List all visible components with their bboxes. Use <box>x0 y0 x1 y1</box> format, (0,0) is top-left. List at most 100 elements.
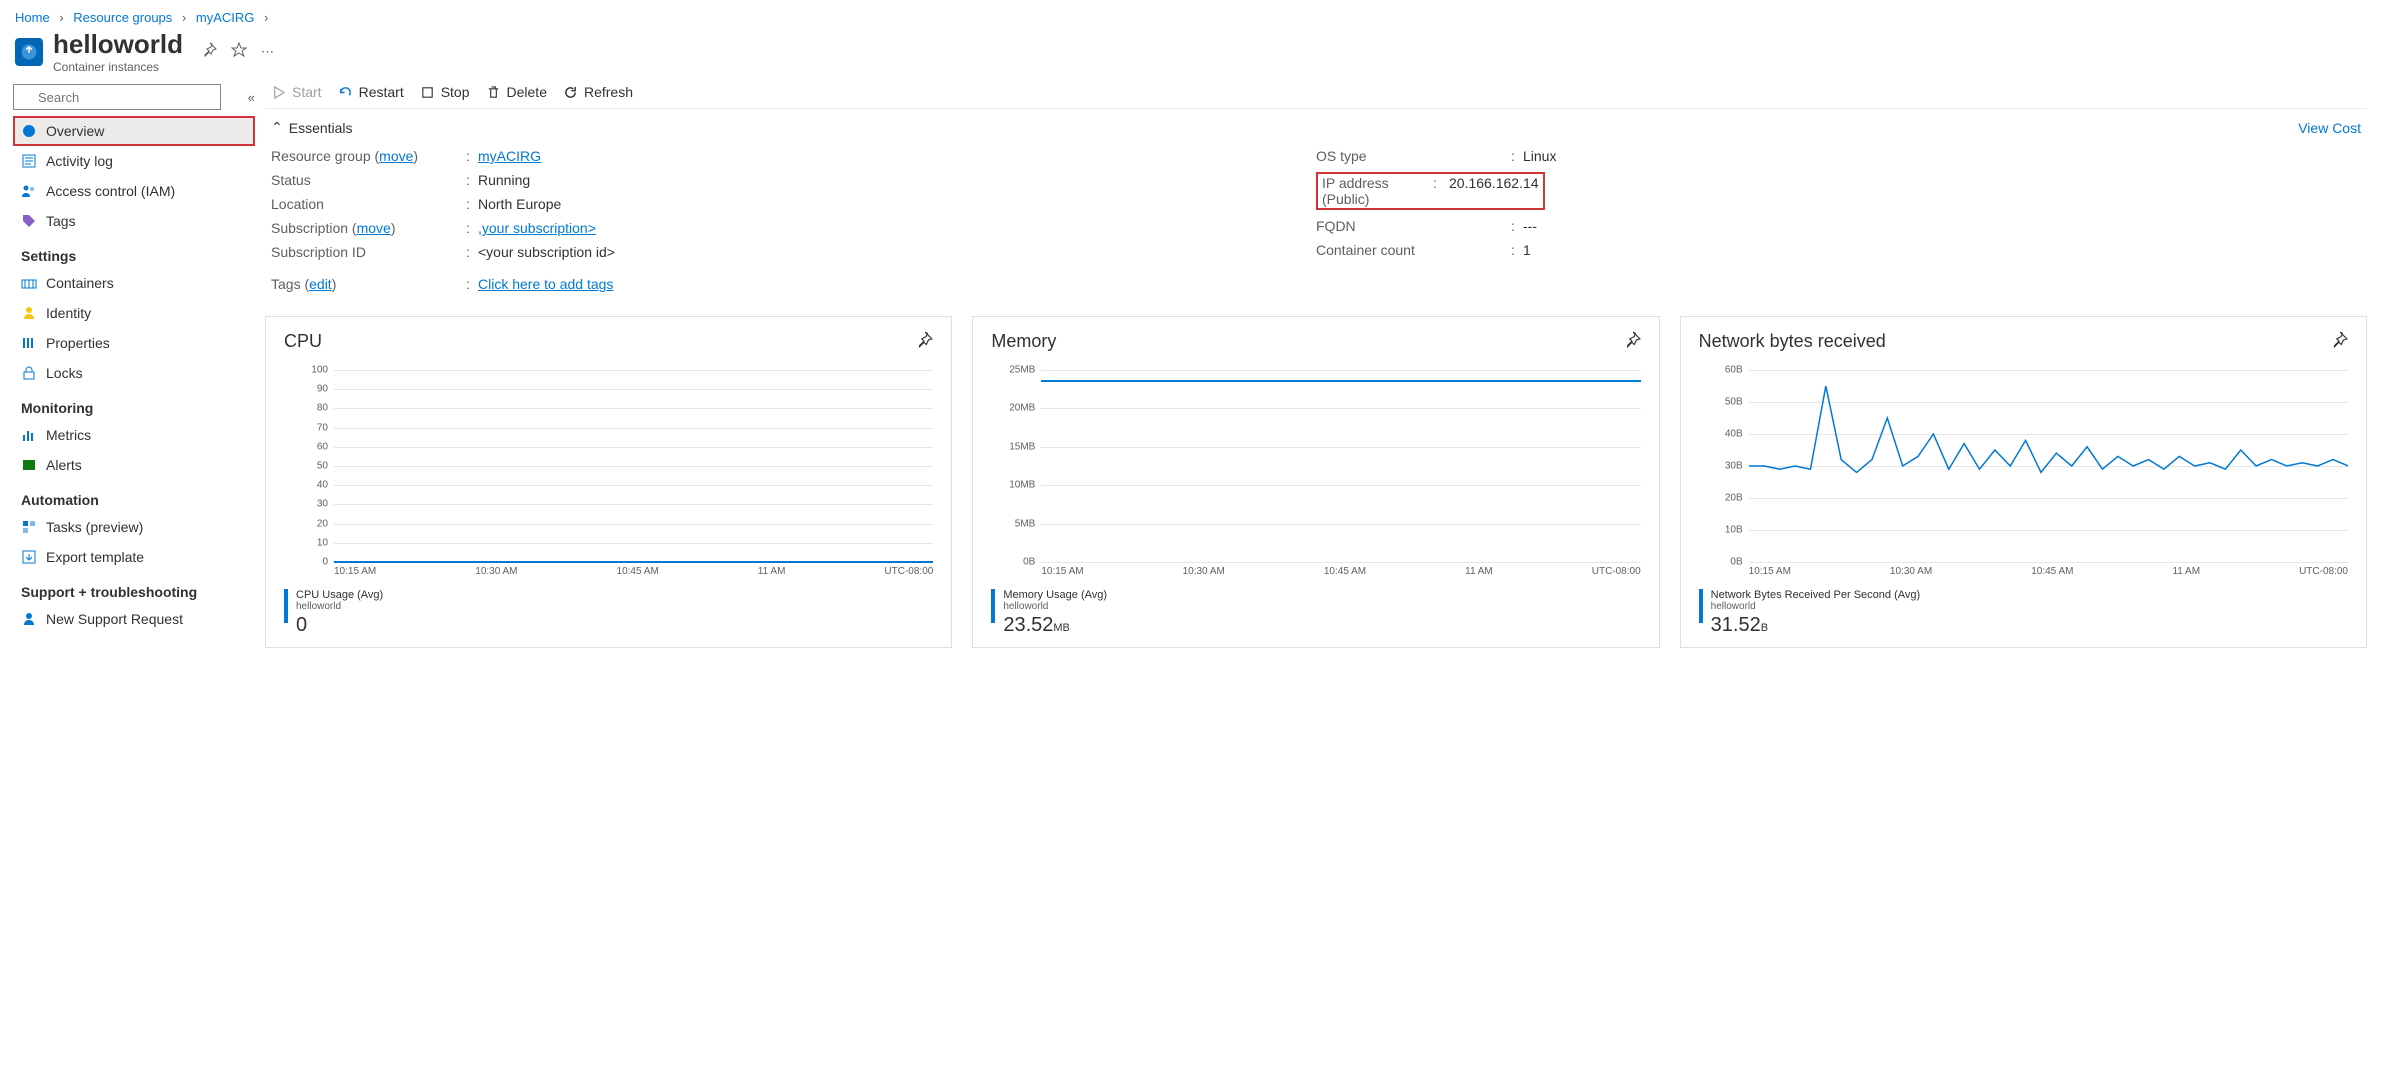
sidebar-item-alerts[interactable]: Alerts <box>13 450 255 480</box>
fqdn-value: --- <box>1523 218 2361 234</box>
resource-group-link[interactable]: myACIRG <box>478 148 541 164</box>
subscription-id-value: <your subscription id> <box>478 244 1316 260</box>
metric-name: Memory Usage (Avg) <box>1003 589 1107 601</box>
start-button[interactable]: Start <box>271 84 322 100</box>
location-value: North Europe <box>478 196 1316 212</box>
sidebar-item-iam[interactable]: Access control (IAM) <box>13 176 255 206</box>
ip-address-value: 20.166.162.14 <box>1445 175 1539 207</box>
sidebar-section-automation: Automation <box>13 480 255 512</box>
move-rg-link[interactable]: move <box>379 148 413 164</box>
metric-color-bar <box>1699 589 1703 623</box>
pin-icon[interactable] <box>1623 331 1641 352</box>
view-cost-link[interactable]: View Cost <box>2298 120 2361 136</box>
subscription-link[interactable]: ,your subscription> <box>478 220 596 236</box>
collapse-sidebar-icon[interactable]: « <box>248 90 255 105</box>
more-icon[interactable]: ⋯ <box>261 44 274 60</box>
refresh-button[interactable]: Refresh <box>563 84 633 100</box>
metrics-icon <box>21 427 37 443</box>
sidebar-item-export-template[interactable]: Export template <box>13 542 255 572</box>
sidebar-item-label: Locks <box>46 365 83 381</box>
sidebar-item-tasks[interactable]: Tasks (preview) <box>13 512 255 542</box>
add-tags-link[interactable]: Click here to add tags <box>478 276 613 292</box>
essentials-toggle[interactable]: ⌃ Essentials <box>271 119 353 136</box>
sidebar-section-support: Support + troubleshooting <box>13 572 255 604</box>
breadcrumb-home[interactable]: Home <box>15 10 50 25</box>
breadcrumb-resource-groups[interactable]: Resource groups <box>73 10 172 25</box>
charts-row: CPU 0102030405060708090100 10:15 AM10:30… <box>265 306 2367 658</box>
search-input[interactable] <box>13 84 221 110</box>
page-title: helloworld <box>53 29 183 60</box>
sidebar-item-metrics[interactable]: Metrics <box>13 420 255 450</box>
tag-icon <box>21 213 37 229</box>
edit-tags-link[interactable]: edit <box>309 276 332 292</box>
status-value: Running <box>478 172 1316 188</box>
identity-icon <box>21 305 37 321</box>
sidebar: « Overview Activity log Access control (… <box>0 74 255 678</box>
metric-color-bar <box>284 589 288 623</box>
os-type-label: OS type <box>1316 148 1511 164</box>
os-type-value: Linux <box>1523 148 2361 164</box>
container-instance-icon <box>15 38 43 66</box>
sidebar-item-label: Access control (IAM) <box>46 183 175 199</box>
restart-button[interactable]: Restart <box>338 84 404 100</box>
metric-name: Network Bytes Received Per Second (Avg) <box>1711 589 1921 601</box>
sidebar-item-locks[interactable]: Locks <box>13 358 255 388</box>
essentials-grid: Resource group (move) : myACIRG Status :… <box>265 140 2367 306</box>
sidebar-item-overview[interactable]: Overview <box>13 116 255 146</box>
sidebar-item-label: Identity <box>46 305 91 321</box>
metric-value: 31.52 <box>1711 614 1761 636</box>
containers-icon <box>21 275 37 291</box>
ip-address-label: IP address (Public) <box>1322 175 1433 207</box>
chart-plot-cpu: 0102030405060708090100 <box>334 370 933 562</box>
star-icon[interactable] <box>231 42 247 61</box>
sidebar-item-label: New Support Request <box>46 611 183 627</box>
sidebar-item-label: Tasks (preview) <box>46 519 143 535</box>
breadcrumb-group[interactable]: myACIRG <box>196 10 255 25</box>
pin-icon[interactable] <box>915 331 933 352</box>
metric-name: CPU Usage (Avg) <box>296 589 383 601</box>
container-count-value: 1 <box>1523 242 2361 258</box>
pin-icon[interactable] <box>2330 331 2348 352</box>
tasks-icon <box>21 519 37 535</box>
sidebar-section-monitoring: Monitoring <box>13 388 255 420</box>
chevron-right-icon: › <box>264 10 268 25</box>
chart-title: CPU <box>284 331 322 352</box>
export-icon <box>21 549 37 565</box>
sidebar-item-tags[interactable]: Tags <box>13 206 255 236</box>
move-sub-link[interactable]: move <box>357 220 391 236</box>
chart-title: Memory <box>991 331 1056 352</box>
chevron-right-icon: › <box>182 10 186 25</box>
chart-card-network: Network bytes received 0B10B20B30B40B50B… <box>1680 316 2367 648</box>
sidebar-item-label: Properties <box>46 335 110 351</box>
delete-button[interactable]: Delete <box>486 84 547 100</box>
pin-icon[interactable] <box>201 42 217 61</box>
chart-card-cpu: CPU 0102030405060708090100 10:15 AM10:30… <box>265 316 952 648</box>
sidebar-item-label: Overview <box>46 123 104 139</box>
page-subtitle: Container instances <box>53 60 183 74</box>
lock-icon <box>21 365 37 381</box>
sidebar-item-properties[interactable]: Properties <box>13 328 255 358</box>
support-icon <box>21 611 37 627</box>
sidebar-section-settings: Settings <box>13 236 255 268</box>
people-icon <box>21 183 37 199</box>
status-label: Status <box>271 172 466 188</box>
activity-log-icon <box>21 153 37 169</box>
metric-resource: helloworld <box>1711 601 1921 612</box>
main-content: Start Restart Stop Delete Refresh ⌃ <box>255 74 2382 678</box>
sidebar-item-identity[interactable]: Identity <box>13 298 255 328</box>
chevron-right-icon: › <box>59 10 63 25</box>
sidebar-item-new-support[interactable]: New Support Request <box>13 604 255 634</box>
chart-plot-network: 0B10B20B30B40B50B60B <box>1749 370 2348 562</box>
stop-button[interactable]: Stop <box>420 84 470 100</box>
alerts-icon <box>21 457 37 473</box>
chart-card-memory: Memory 0B5MB10MB15MB20MB25MB 10:15 AM10:… <box>972 316 1659 648</box>
sidebar-item-containers[interactable]: Containers <box>13 268 255 298</box>
toolbar: Start Restart Stop Delete Refresh <box>265 84 2367 109</box>
subscription-id-label: Subscription ID <box>271 244 466 260</box>
chart-plot-memory: 0B5MB10MB15MB20MB25MB <box>1041 370 1640 562</box>
sidebar-item-activity-log[interactable]: Activity log <box>13 146 255 176</box>
chart-title: Network bytes received <box>1699 331 1886 352</box>
ip-address-row-highlight: IP address (Public) : 20.166.162.14 <box>1316 172 1545 210</box>
sidebar-item-label: Alerts <box>46 457 82 473</box>
location-label: Location <box>271 196 466 212</box>
